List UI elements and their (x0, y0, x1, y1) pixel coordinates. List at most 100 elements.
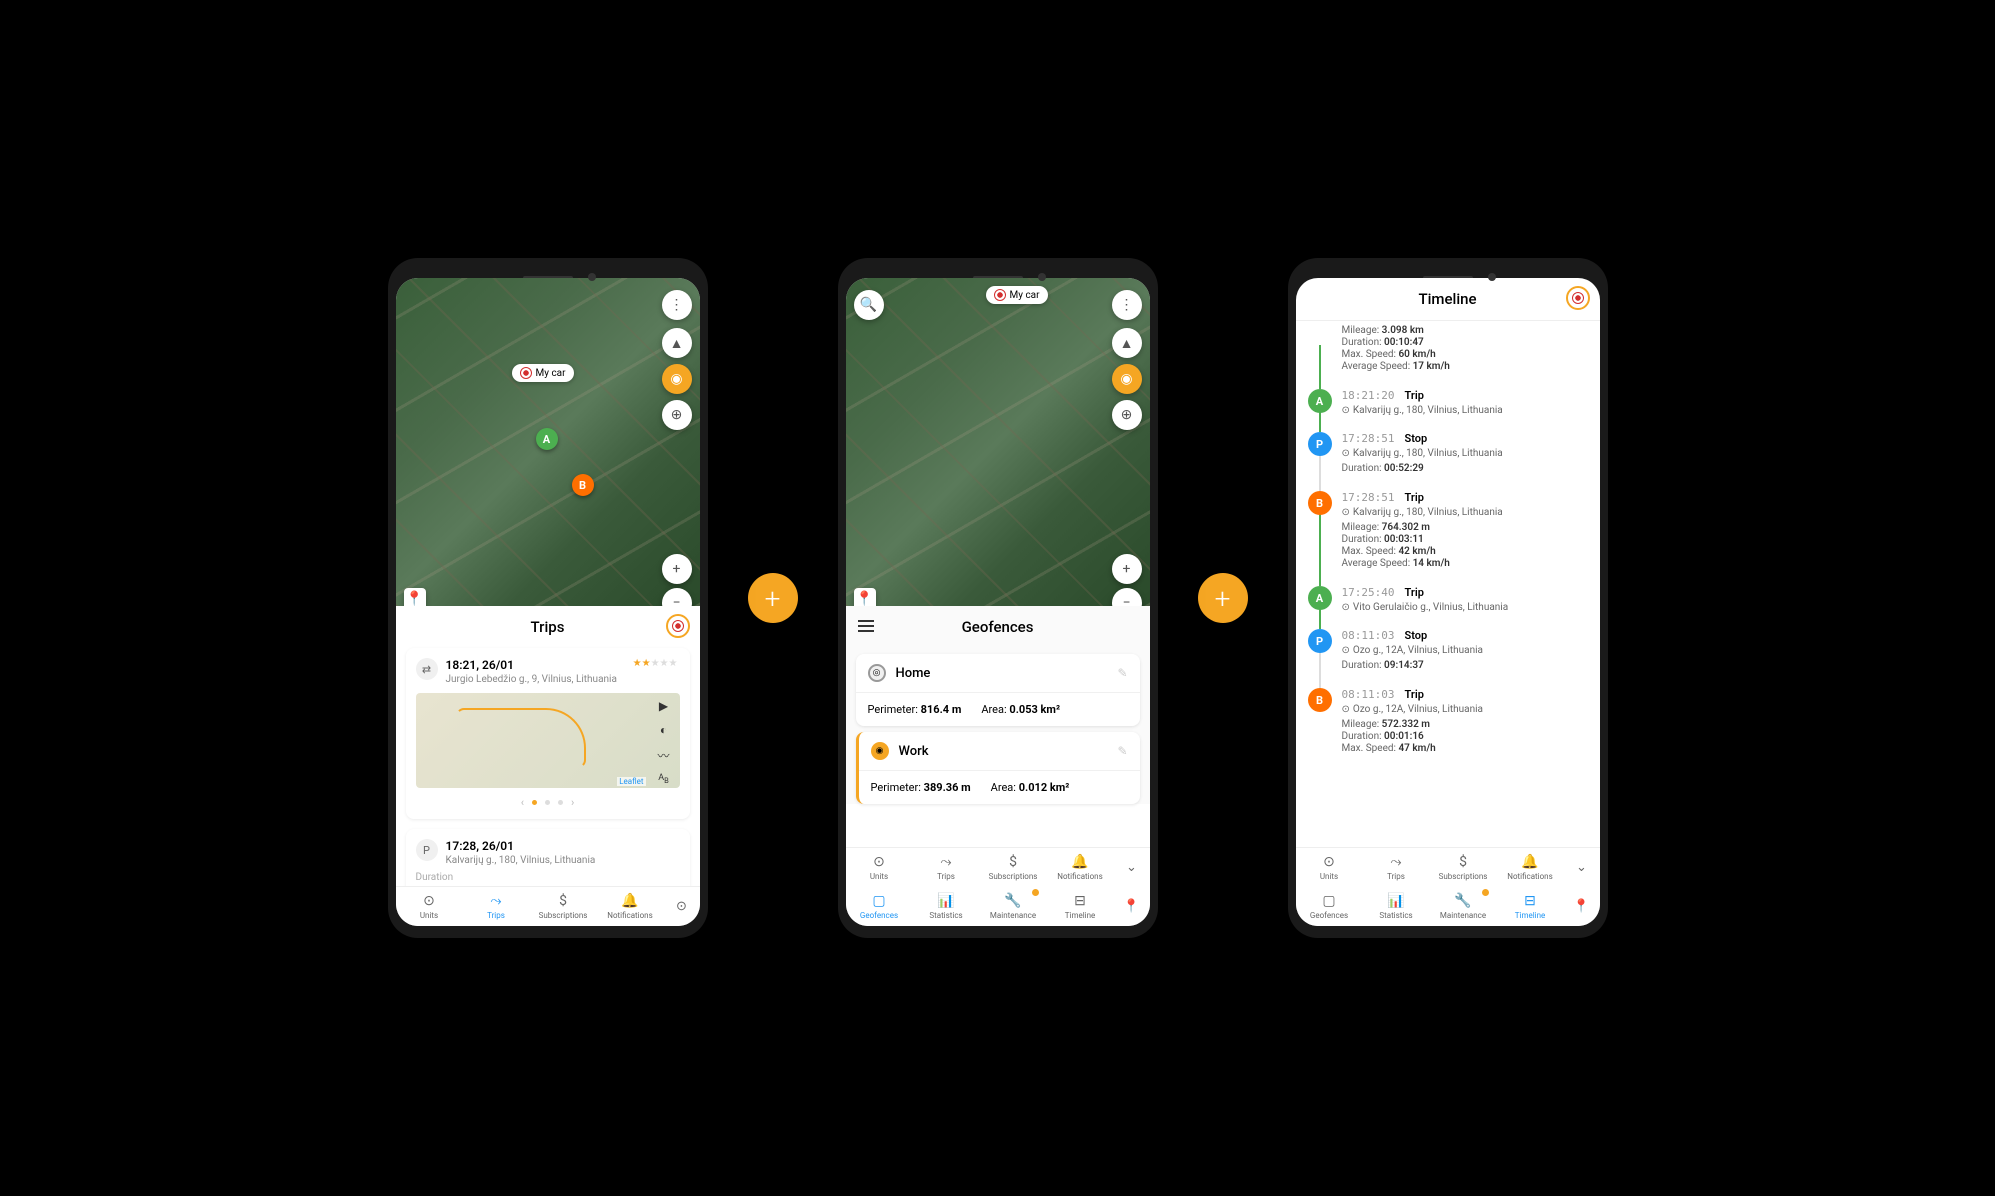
unit-label[interactable]: My car (986, 286, 1048, 304)
trip-card[interactable]: ★★★★★ ⇄ 18:21, 26/01 Jurgio Lebedžio g.,… (406, 648, 690, 819)
unit-label[interactable]: My car (512, 364, 574, 382)
car-icon (520, 367, 532, 379)
timeline-item[interactable]: A18:21:20Trip⊙Kalvarijų g., 180, Vilnius… (1308, 381, 1588, 424)
carousel-dots[interactable]: ‹› (416, 796, 680, 809)
trip-minimap[interactable]: Leaflet ▶ ◐ 〰 AB (416, 693, 680, 788)
more-button[interactable]: ⋮ (1112, 290, 1142, 320)
marker-b[interactable]: B (572, 474, 594, 496)
nav-units[interactable]: ⊙Units (396, 887, 463, 926)
route-icon: ⤳ (490, 893, 501, 909)
more-button[interactable]: ⋮ (662, 290, 692, 320)
nav-subscriptions[interactable]: $Subscriptions (1430, 848, 1497, 887)
map[interactable]: My car 🔍 ⋮ ▲ ◉ ⊕ + − 📍 (846, 278, 1150, 606)
timeline-item[interactable]: B08:11:03Trip⊙Ozo g., 12A, Vilnius, Lith… (1308, 680, 1588, 763)
search-button[interactable]: 🔍 (854, 290, 884, 320)
menu-icon[interactable] (858, 620, 874, 632)
event-stats: Mileage: 572.332 mDuration: 00:01:16Max.… (1342, 719, 1588, 754)
nav-geofences[interactable]: ▢Geofences (846, 887, 913, 926)
event-stats: Duration: 09:14:37 (1342, 660, 1588, 671)
nav-maintenance[interactable]: 🔧Maintenance (980, 887, 1047, 926)
zoom-out-button[interactable]: − (1112, 588, 1142, 606)
nav-pin[interactable]: 📍 (1564, 887, 1600, 926)
nav-pin[interactable]: 📍 (1114, 887, 1150, 926)
nav-subscriptions[interactable]: $Subscriptions (980, 848, 1047, 887)
nav-expand[interactable]: ⊙ (664, 887, 700, 926)
parking-icon: P (416, 839, 438, 861)
nav-trips[interactable]: ⤳Trips (913, 848, 980, 887)
pin-button[interactable]: 📍 (404, 588, 426, 606)
dollar-icon: $ (559, 893, 567, 909)
nav-timeline[interactable]: ⊟Timeline (1047, 887, 1114, 926)
timeline-item[interactable]: P17:28:51Stop⊙Kalvarijų g., 180, Vilnius… (1308, 424, 1588, 483)
geofence-home[interactable]: ◎Home✎ Perimeter: 816.4 mArea: 0.053 km² (856, 654, 1140, 726)
timeline-list[interactable]: Mileage: 3.098 kmDuration: 00:10:47Max. … (1296, 321, 1600, 869)
timeline-item[interactable]: P08:11:03Stop⊙Ozo g., 12A, Vilnius, Lith… (1308, 621, 1588, 680)
nav-maintenance[interactable]: 🔧Maintenance (1430, 887, 1497, 926)
nav-subscriptions[interactable]: $Subscriptions (530, 887, 597, 926)
stop-card[interactable]: P 17:28, 26/01 Kalvarijų g., 180, Vilniu… (406, 829, 690, 893)
nav-collapse[interactable]: ⌄ (1564, 848, 1600, 887)
nav-statistics[interactable]: 📊Statistics (913, 887, 980, 926)
marker-a: A (1308, 586, 1332, 610)
timeline-item[interactable]: A17:25:40Trip⊙Vito Gerulaičio g., Vilniu… (1308, 578, 1588, 621)
event-type: Trip (1404, 389, 1423, 402)
nav-statistics[interactable]: 📊Statistics (1363, 887, 1430, 926)
location-icon: ⊙ (1342, 448, 1350, 459)
nav-trips[interactable]: ⤳Trips (1363, 848, 1430, 887)
timeline-item[interactable]: B17:28:51Trip⊙Kalvarijų g., 180, Vilnius… (1308, 483, 1588, 578)
nav-notifications[interactable]: 🔔Notifications (597, 887, 664, 926)
marker-p: P (1308, 629, 1332, 653)
event-stats: Mileage: 3.098 kmDuration: 00:10:47Max. … (1342, 325, 1588, 372)
compass-button[interactable]: ▲ (662, 328, 692, 358)
zoom-in-button[interactable]: + (662, 554, 692, 584)
event-type: Stop (1404, 432, 1427, 445)
pin-button[interactable]: 📍 (854, 588, 876, 606)
bottom-nav: ⊙Units ⤳Trips $Subscriptions 🔔Notificati… (1296, 847, 1600, 926)
plus-separator: + (748, 573, 798, 623)
chart-icon[interactable]: 〰 (657, 747, 669, 764)
bottom-nav: ⊙Units ⤳Trips $Subscriptions 🔔Notificati… (396, 886, 700, 926)
nav-trips[interactable]: ⤳Trips (463, 887, 530, 926)
layer-button[interactable]: ◉ (662, 364, 692, 394)
track-icon[interactable]: ◐ (660, 723, 667, 737)
layer-button[interactable]: ◉ (1112, 364, 1142, 394)
marker-p: P (1308, 432, 1332, 456)
locate-button[interactable]: ⊕ (662, 400, 692, 430)
event-stats: Duration: 00:52:29 (1342, 463, 1588, 474)
car-badge[interactable] (666, 614, 690, 638)
nav-units[interactable]: ⊙Units (846, 848, 913, 887)
event-address: ⊙Kalvarijų g., 180, Vilnius, Lithuania (1342, 405, 1588, 416)
marker-a[interactable]: A (536, 428, 558, 450)
event-time: 08:11:03 (1342, 629, 1395, 642)
play-icon[interactable]: ▶ (659, 699, 668, 713)
location-icon: ⊙ (1342, 507, 1350, 518)
locate-button[interactable]: ⊕ (1112, 400, 1142, 430)
map[interactable]: My car A B ⋮ ▲ ◉ ⊕ + − 📍 (396, 278, 700, 606)
nav-notifications[interactable]: 🔔Notifications (1497, 848, 1564, 887)
nav-geofences[interactable]: ▢Geofences (1296, 887, 1363, 926)
target-icon: ◎ (868, 664, 886, 682)
marker-b: B (1308, 491, 1332, 515)
event-address: ⊙Kalvarijų g., 180, Vilnius, Lithuania (1342, 507, 1588, 518)
zoom-in-button[interactable]: + (1112, 554, 1142, 584)
ab-icon[interactable]: AB (658, 774, 669, 784)
nav-timeline[interactable]: ⊟Timeline (1497, 887, 1564, 926)
perimeter-value: 816.4 m (921, 703, 962, 716)
rating-stars[interactable]: ★★★★★ (633, 658, 678, 669)
geofence-work[interactable]: ◉Work✎ Perimeter: 389.36 mArea: 0.012 km… (856, 732, 1140, 804)
edit-icon[interactable]: ✎ (1117, 666, 1127, 680)
bottom-nav: ⊙Units ⤳Trips $Subscriptions 🔔Notificati… (846, 847, 1150, 926)
zoom-out-button[interactable]: − (662, 588, 692, 606)
stop-time: 17:28, 26/01 (446, 839, 680, 853)
event-type: Trip (1404, 586, 1423, 599)
nav-notifications[interactable]: 🔔Notifications (1047, 848, 1114, 887)
badge-icon (1032, 889, 1039, 896)
pin-icon: ⊙ (423, 893, 435, 909)
car-badge[interactable] (1566, 286, 1590, 310)
target-icon: ◉ (871, 742, 889, 760)
nav-units[interactable]: ⊙Units (1296, 848, 1363, 887)
timeline-item[interactable]: Mileage: 3.098 kmDuration: 00:10:47Max. … (1308, 321, 1588, 381)
compass-button[interactable]: ▲ (1112, 328, 1142, 358)
nav-collapse[interactable]: ⌄ (1114, 848, 1150, 887)
edit-icon[interactable]: ✎ (1117, 744, 1127, 758)
